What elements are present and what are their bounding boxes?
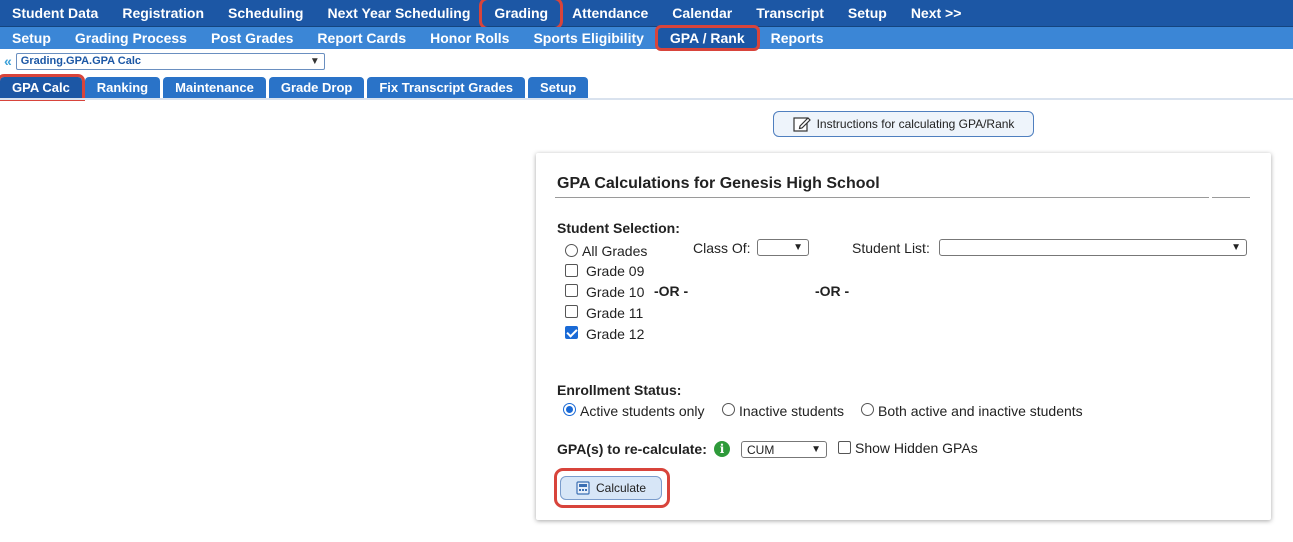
screen-path-select[interactable]: Grading.GPA.GPA Calc ▼	[15, 52, 325, 70]
student-list-label: Student List:	[852, 240, 930, 256]
student-list-select[interactable]: ▼	[939, 239, 1247, 256]
grading-submenu-bar: Setup Grading Process Post Grades Report…	[0, 25, 1293, 51]
menu-next-year-scheduling[interactable]: Next Year Scheduling	[315, 0, 482, 27]
chevron-down-icon: ▼	[1231, 242, 1241, 253]
menu-setup[interactable]: Setup	[836, 0, 899, 27]
active-only-label: Active students only	[580, 403, 705, 419]
tab-underline	[0, 98, 1293, 100]
submenu-report-cards[interactable]: Report Cards	[305, 27, 418, 49]
gpa-select-value: CUM	[747, 442, 775, 457]
submenu-setup[interactable]: Setup	[0, 27, 63, 49]
grade-12-checkbox[interactable]	[565, 326, 578, 339]
class-of-select[interactable]: ▼	[757, 239, 809, 256]
title-underline	[555, 197, 1209, 198]
menu-transcript[interactable]: Transcript	[744, 0, 836, 27]
or-divider-2: -OR -	[815, 283, 850, 299]
active-only-radio[interactable]	[563, 403, 576, 416]
student-selection-heading: Student Selection:	[557, 220, 680, 236]
calculate-label: Calculate	[595, 481, 647, 495]
info-icon[interactable]: i	[714, 441, 730, 457]
main-menu-bar: Student Data Registration Scheduling Nex…	[0, 0, 1293, 30]
grade-09-checkbox[interactable]	[565, 264, 578, 277]
title-underline-end	[1212, 197, 1250, 198]
tab-gpa-calc[interactable]: GPA Calc	[0, 74, 85, 101]
both-active-inactive-label: Both active and inactive students	[878, 403, 1083, 419]
grade-12-label: Grade 12	[586, 326, 645, 342]
inactive-label: Inactive students	[739, 403, 845, 419]
calculate-button[interactable]: Calculate	[560, 476, 662, 500]
menu-next[interactable]: Next >>	[899, 0, 974, 27]
panel-title: GPA Calculations for Genesis High School	[557, 175, 880, 192]
show-hidden-gpas-checkbox[interactable]	[838, 441, 851, 454]
gpa-tabs: GPA Calc Ranking Maintenance Grade Drop …	[0, 74, 591, 101]
both-active-inactive-radio[interactable]	[861, 403, 874, 416]
grade-11-checkbox[interactable]	[565, 305, 578, 318]
grade-11-label: Grade 11	[586, 305, 644, 321]
calculator-icon	[576, 481, 590, 495]
chevron-down-icon: ▼	[309, 55, 320, 67]
menu-registration[interactable]: Registration	[110, 0, 216, 27]
tab-fix-transcript-grades[interactable]: Fix Transcript Grades	[367, 77, 526, 98]
breadcrumb-row: « Grading.GPA.GPA Calc ▼	[0, 51, 325, 71]
menu-student-data[interactable]: Student Data	[0, 0, 110, 27]
tab-ranking[interactable]: Ranking	[84, 77, 161, 98]
or-divider-1: -OR -	[654, 283, 689, 299]
tab-maintenance[interactable]: Maintenance	[163, 77, 266, 98]
gpa-select[interactable]: CUM ▼	[741, 441, 827, 458]
edit-note-icon	[792, 117, 811, 132]
menu-scheduling[interactable]: Scheduling	[216, 0, 315, 27]
instructions-label: Instructions for calculating GPA/Rank	[816, 117, 1015, 131]
menu-attendance[interactable]: Attendance	[560, 0, 660, 27]
all-grades-label: All Grades	[582, 243, 648, 259]
submenu-post-grades[interactable]: Post Grades	[199, 27, 305, 49]
screen-path-value: Grading.GPA.GPA Calc	[20, 55, 142, 67]
submenu-sports-eligibility[interactable]: Sports Eligibility	[521, 27, 655, 49]
menu-calendar[interactable]: Calendar	[660, 0, 744, 27]
enrollment-status-heading: Enrollment Status:	[557, 382, 682, 398]
class-of-label: Class Of:	[693, 240, 751, 256]
submenu-grading-process[interactable]: Grading Process	[63, 27, 199, 49]
gpa-calc-panel: GPA Calculations for Genesis High School…	[536, 153, 1271, 520]
inactive-radio[interactable]	[722, 403, 735, 416]
submenu-gpa-rank[interactable]: GPA / Rank	[654, 25, 760, 51]
grade-10-label: Grade 10	[586, 284, 645, 300]
chevron-down-icon: ▼	[811, 444, 821, 455]
collapse-chevron-icon[interactable]: «	[4, 54, 12, 68]
submenu-honor-rolls[interactable]: Honor Rolls	[418, 27, 521, 49]
instructions-button[interactable]: Instructions for calculating GPA/Rank	[773, 111, 1034, 137]
all-grades-radio[interactable]	[565, 244, 578, 257]
grade-10-checkbox[interactable]	[565, 284, 578, 297]
show-hidden-gpas-label: Show Hidden GPAs	[855, 440, 978, 456]
chevron-down-icon: ▼	[793, 242, 803, 253]
gpa-recalc-label: GPA(s) to re-calculate:	[557, 441, 707, 457]
menu-grading[interactable]: Grading	[479, 0, 564, 30]
tab-grade-drop[interactable]: Grade Drop	[268, 77, 365, 98]
grade-09-label: Grade 09	[586, 263, 645, 279]
tab-setup[interactable]: Setup	[528, 77, 589, 98]
submenu-reports[interactable]: Reports	[759, 27, 836, 49]
